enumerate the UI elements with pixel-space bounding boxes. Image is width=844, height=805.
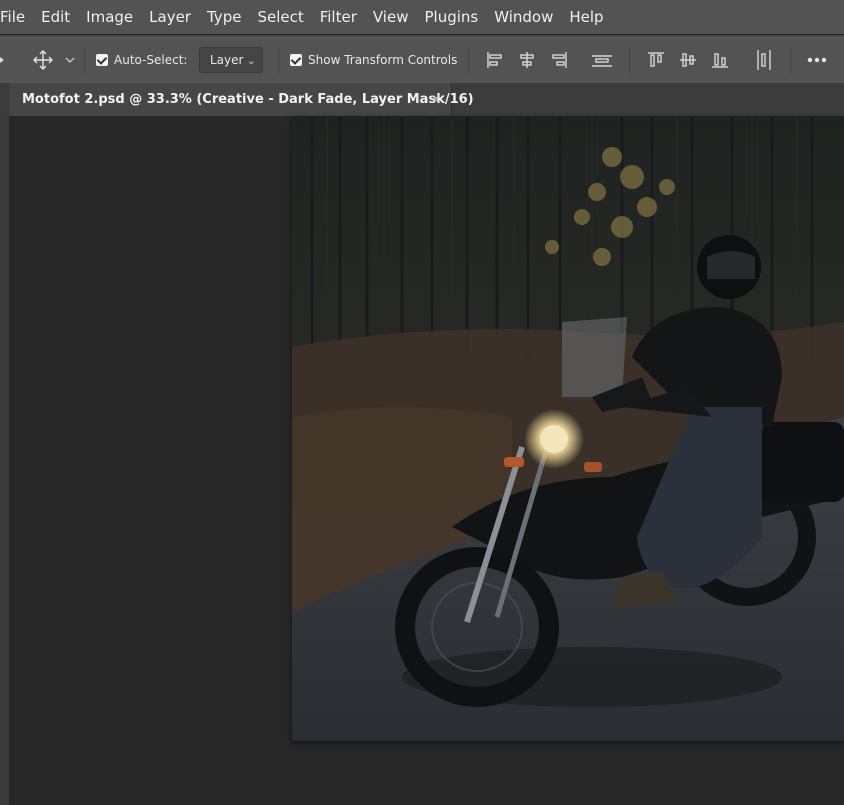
move-icon[interactable] bbox=[33, 36, 53, 84]
align-top-edges-icon[interactable] bbox=[647, 36, 665, 84]
toolbar-divider bbox=[629, 48, 630, 74]
auto-select-target-value: Layer bbox=[210, 53, 244, 67]
toolbar-divider bbox=[468, 48, 469, 74]
chevron-down-icon: ⌄ bbox=[246, 53, 256, 67]
show-transform-controls-label: Show Transform Controls bbox=[308, 53, 458, 67]
menu-help[interactable]: Help bbox=[561, 0, 611, 34]
toolbar-divider bbox=[790, 48, 791, 74]
document-canvas-image[interactable] bbox=[292, 117, 844, 741]
menu-window[interactable]: Window bbox=[486, 0, 561, 34]
toolbar-divider bbox=[278, 48, 279, 74]
options-bar: Auto-Select: Layer ⌄ Show Transform Cont… bbox=[0, 35, 844, 84]
align-left-edges-icon[interactable] bbox=[486, 36, 504, 84]
menu-file[interactable]: File bbox=[0, 0, 33, 34]
menu-view[interactable]: View bbox=[365, 0, 417, 34]
document-tab[interactable]: Motofot 2.psd @ 33.3% (Creative - Dark F… bbox=[10, 83, 474, 116]
align-right-edges-icon[interactable] bbox=[550, 36, 568, 84]
auto-select-checkbox[interactable]: Auto-Select: bbox=[96, 36, 187, 84]
align-bottom-edges-icon[interactable] bbox=[711, 36, 729, 84]
distribute-horizontally-icon[interactable] bbox=[754, 36, 774, 84]
show-transform-controls-checkbox[interactable]: Show Transform Controls bbox=[290, 36, 457, 84]
menu-type[interactable]: Type bbox=[199, 0, 249, 34]
close-icon[interactable]: × bbox=[430, 92, 441, 107]
auto-select-target-dropdown[interactable]: Layer ⌄ bbox=[199, 36, 263, 84]
chevron-down-icon[interactable] bbox=[65, 36, 75, 84]
menu-layer[interactable]: Layer bbox=[141, 0, 199, 34]
document-tab-bar: Motofot 2.psd @ 33.3% (Creative - Dark F… bbox=[0, 83, 844, 117]
left-panel-edge bbox=[0, 116, 9, 805]
checkbox-checked-icon bbox=[290, 54, 302, 66]
menu-bar: File Edit Image Layer Type Select Filter… bbox=[0, 0, 844, 34]
menu-select[interactable]: Select bbox=[249, 0, 311, 34]
motorcycle-photo bbox=[292, 117, 844, 741]
toolbar-divider bbox=[84, 48, 85, 74]
menu-plugins[interactable]: Plugins bbox=[416, 0, 486, 34]
more-icon[interactable] bbox=[807, 36, 827, 84]
auto-select-label: Auto-Select: bbox=[114, 53, 188, 67]
document-tab-title: Motofot 2.psd @ 33.3% (Creative - Dark F… bbox=[22, 92, 474, 107]
distribute-vertically-icon[interactable] bbox=[591, 36, 613, 84]
align-horizontal-centers-icon[interactable] bbox=[518, 36, 536, 84]
menu-edit[interactable]: Edit bbox=[33, 0, 78, 34]
align-vertical-centers-icon[interactable] bbox=[679, 36, 697, 84]
checkbox-checked-icon bbox=[96, 54, 108, 66]
tool-preset-arrow-icon[interactable] bbox=[0, 36, 6, 84]
menu-image[interactable]: Image bbox=[78, 0, 141, 34]
menu-filter[interactable]: Filter bbox=[312, 0, 365, 34]
